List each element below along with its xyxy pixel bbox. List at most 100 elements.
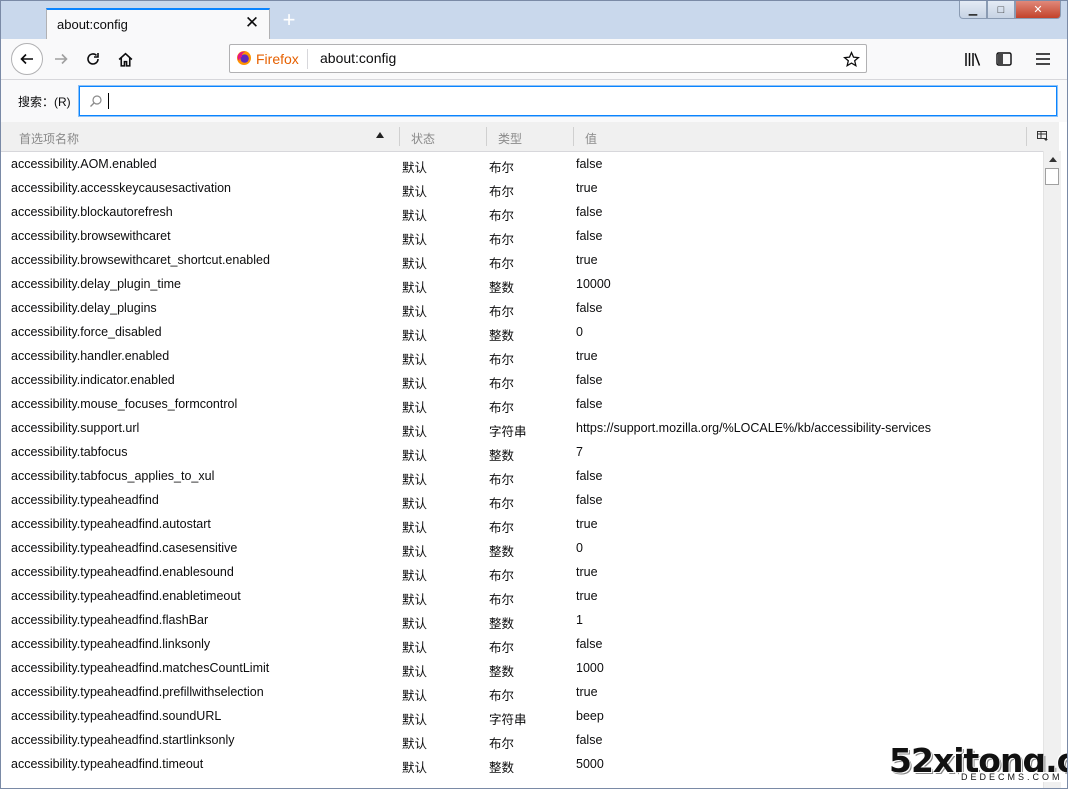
prefs-table-header: 首选项名称 状态 类型 值 <box>1 122 1059 152</box>
pref-type: 布尔 <box>489 641 515 655</box>
close-tab-icon[interactable]: ✕ <box>243 14 261 32</box>
column-header-type[interactable]: 类型 <box>498 130 522 147</box>
table-row[interactable]: accessibility.blockautorefresh 默认 布尔 false <box>1 200 1043 224</box>
table-row[interactable]: accessibility.handler.enabled 默认 布尔 true <box>1 344 1043 368</box>
scrollbar-thumb[interactable] <box>1045 168 1059 185</box>
table-row[interactable]: accessibility.browsewithcaret 默认 布尔 false <box>1 224 1043 248</box>
table-row[interactable]: accessibility.accesskeycausesactivation 默… <box>1 176 1043 200</box>
table-row[interactable]: accessibility.delay_plugin_time 默认 整数 10000 <box>1 272 1043 296</box>
pref-name: accessibility.support.url <box>11 421 140 435</box>
maximize-button[interactable]: □ <box>987 1 1015 19</box>
table-row[interactable]: accessibility.typeaheadfind.matchesCount… <box>1 656 1043 680</box>
pref-type: 整数 <box>489 761 515 775</box>
table-row[interactable]: accessibility.tabfocus_applies_to_xul 默认 布… <box>1 464 1043 488</box>
table-row[interactable]: accessibility.tabfocus 默认 整数 7 <box>1 440 1043 464</box>
pref-value: true <box>576 181 598 195</box>
url-text[interactable]: about:config <box>320 50 396 66</box>
pref-status: 默认 <box>402 473 428 487</box>
table-row[interactable]: accessibility.typeaheadfind.startlinkson… <box>1 728 1043 752</box>
column-separator[interactable] <box>399 127 400 146</box>
column-header-name[interactable]: 首选项名称 <box>19 130 79 147</box>
table-row[interactable]: accessibility.typeaheadfind.soundURL 默认 字符… <box>1 704 1043 728</box>
pref-name: accessibility.delay_plugins <box>11 301 157 315</box>
table-row[interactable]: accessibility.AOM.enabled 默认 布尔 false <box>1 152 1043 176</box>
table-row[interactable]: accessibility.delay_plugins 默认 布尔 false <box>1 296 1043 320</box>
pref-type: 布尔 <box>489 737 515 751</box>
forward-arrow-icon[interactable] <box>46 44 76 74</box>
column-header-value[interactable]: 值 <box>585 130 597 147</box>
pref-name: accessibility.typeaheadfind.enablesound <box>11 565 234 579</box>
pref-status: 默认 <box>402 329 428 343</box>
column-separator[interactable] <box>573 127 574 146</box>
minimize-button[interactable]: ▁ <box>959 1 987 19</box>
pref-status: 默认 <box>402 257 428 271</box>
pref-type: 布尔 <box>489 569 515 583</box>
new-tab-icon[interactable]: + <box>278 9 300 31</box>
identity-box[interactable]: Firefox <box>236 49 308 69</box>
pref-status: 默认 <box>402 401 428 415</box>
pref-value: false <box>576 469 603 483</box>
table-row[interactable]: accessibility.typeaheadfind.autostart 默认 布… <box>1 512 1043 536</box>
tab-strip: about:config ✕ + ▁ □ ✕ <box>1 1 1067 39</box>
column-header-status[interactable]: 状态 <box>411 130 435 147</box>
column-separator[interactable] <box>1026 127 1027 146</box>
column-separator[interactable] <box>486 127 487 146</box>
watermark-sub: DEDECMS.COM <box>959 772 1065 782</box>
menu-hamburger-icon[interactable] <box>1028 44 1058 74</box>
pref-type: 布尔 <box>489 473 515 487</box>
pref-name: accessibility.typeaheadfind <box>11 493 159 507</box>
back-arrow-icon[interactable] <box>11 43 43 75</box>
pref-type: 布尔 <box>489 161 515 175</box>
sort-ascending-icon <box>376 132 384 138</box>
table-row[interactable]: accessibility.mouse_focuses_formcontrol 默… <box>1 392 1043 416</box>
table-row[interactable]: accessibility.typeaheadfind.enablesound 默… <box>1 560 1043 584</box>
table-row[interactable]: accessibility.typeaheadfind.prefillwiths… <box>1 680 1043 704</box>
table-row[interactable]: accessibility.support.url 默认 字符串 https://su… <box>1 416 1043 440</box>
table-row[interactable]: accessibility.force_disabled 默认 整数 0 <box>1 320 1043 344</box>
column-picker-icon[interactable] <box>1037 130 1049 141</box>
pref-name: accessibility.typeaheadfind.casesensitiv… <box>11 541 238 555</box>
pref-status: 默认 <box>402 281 428 295</box>
pref-name: accessibility.indicator.enabled <box>11 373 175 387</box>
table-row[interactable]: accessibility.browsewithcaret_shortcut.e… <box>1 248 1043 272</box>
scroll-up-arrow-icon[interactable] <box>1049 157 1057 162</box>
table-row[interactable]: accessibility.typeaheadfind.timeout 默认 整数 5… <box>1 752 1043 776</box>
pref-type: 布尔 <box>489 305 515 319</box>
sidebar-toggle-icon[interactable] <box>989 44 1019 74</box>
pref-value: 0 <box>576 325 583 339</box>
search-input[interactable] <box>79 86 1057 116</box>
tab-title: about:config <box>57 17 128 32</box>
pref-status: 默认 <box>402 761 428 775</box>
table-row[interactable]: accessibility.typeaheadfind.linksonly 默认 布… <box>1 632 1043 656</box>
home-icon[interactable] <box>110 44 140 74</box>
table-row[interactable]: accessibility.typeaheadfind.enabletimeou… <box>1 584 1043 608</box>
vertical-scrollbar[interactable] <box>1043 151 1061 788</box>
pref-status: 默认 <box>402 425 428 439</box>
pref-value: true <box>576 589 598 603</box>
url-bar[interactable]: Firefox about:config <box>229 44 867 73</box>
tab-about-config[interactable]: about:config ✕ <box>46 8 270 39</box>
pref-status: 默认 <box>402 569 428 583</box>
reload-icon[interactable] <box>78 44 108 74</box>
pref-status: 默认 <box>402 521 428 535</box>
pref-type: 布尔 <box>489 353 515 367</box>
pref-value: false <box>576 733 603 747</box>
close-window-button[interactable]: ✕ <box>1015 1 1061 19</box>
pref-name: accessibility.handler.enabled <box>11 349 170 363</box>
pref-status: 默认 <box>402 689 428 703</box>
table-row[interactable]: accessibility.typeaheadfind 默认 布尔 false <box>1 488 1043 512</box>
pref-name: accessibility.tabfocus <box>11 445 128 459</box>
pref-type: 布尔 <box>489 377 515 391</box>
pref-status: 默认 <box>402 617 428 631</box>
table-row[interactable]: accessibility.typeaheadfind.casesensitiv… <box>1 536 1043 560</box>
table-row[interactable]: accessibility.typeaheadfind.flashBar 默认 整数… <box>1 608 1043 632</box>
pref-type: 布尔 <box>489 185 515 199</box>
table-row[interactable]: accessibility.indicator.enabled 默认 布尔 false <box>1 368 1043 392</box>
library-icon[interactable] <box>957 44 987 74</box>
pref-type: 布尔 <box>489 257 515 271</box>
pref-type: 整数 <box>489 665 515 679</box>
bookmark-star-icon[interactable] <box>840 48 862 70</box>
pref-status: 默认 <box>402 305 428 319</box>
pref-value: true <box>576 517 598 531</box>
pref-name: accessibility.typeaheadfind.prefillwiths… <box>11 685 264 699</box>
